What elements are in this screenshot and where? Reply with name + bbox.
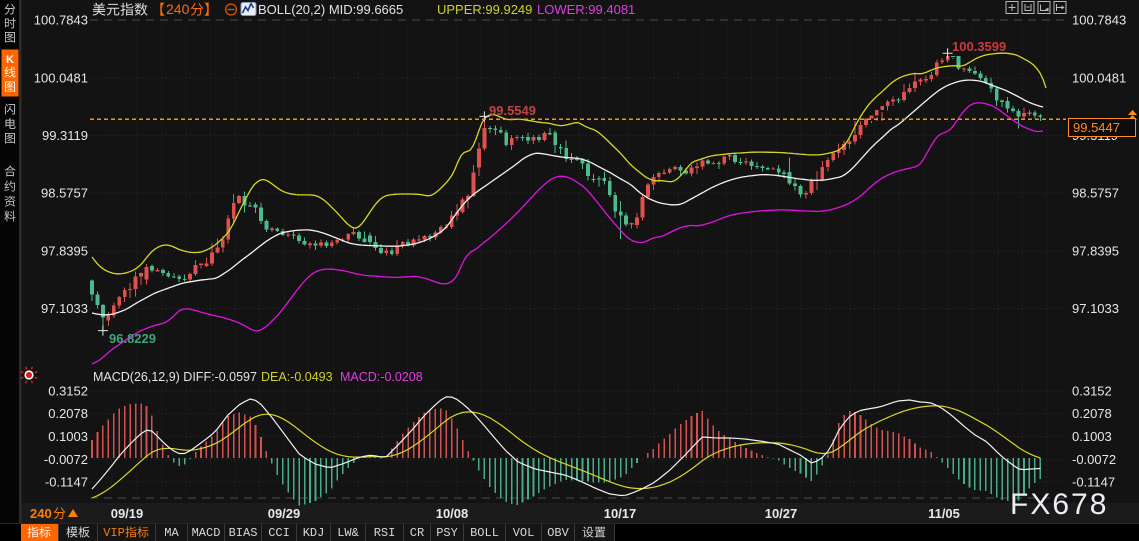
svg-text:DEA:-0.0493: DEA:-0.0493 xyxy=(261,370,333,384)
svg-text:-0.0072: -0.0072 xyxy=(44,452,88,467)
svg-text:0.1003: 0.1003 xyxy=(1072,429,1112,444)
svg-text:240: 240 xyxy=(166,1,190,17)
svg-text:-0.0072: -0.0072 xyxy=(1072,452,1116,467)
svg-text:MACD:-0.0208: MACD:-0.0208 xyxy=(340,370,423,384)
svg-text:240: 240 xyxy=(30,506,52,521)
svg-text:FX678: FX678 xyxy=(1010,488,1108,521)
svg-text:97.1033: 97.1033 xyxy=(41,301,88,316)
svg-text:97.8395: 97.8395 xyxy=(41,243,88,258)
svg-text:11/05: 11/05 xyxy=(928,506,960,521)
svg-text:100.3599: 100.3599 xyxy=(952,39,1006,54)
svg-text:98.5757: 98.5757 xyxy=(41,186,88,201)
svg-text:10/27: 10/27 xyxy=(765,506,798,521)
svg-text:MACD(26,12,9) DIFF:-0.0597: MACD(26,12,9) DIFF:-0.0597 xyxy=(93,370,257,384)
svg-text:09/19: 09/19 xyxy=(111,506,144,521)
svg-text:-0.1147: -0.1147 xyxy=(45,475,88,490)
svg-text:K: K xyxy=(6,54,14,66)
svg-text:99.3119: 99.3119 xyxy=(42,128,88,143)
svg-text:100.0481: 100.0481 xyxy=(1072,70,1126,85)
svg-text:10/08: 10/08 xyxy=(436,506,469,521)
svg-text:99.5447: 99.5447 xyxy=(1073,120,1120,135)
svg-text:0.2078: 0.2078 xyxy=(48,406,88,421)
svg-text:97.8395: 97.8395 xyxy=(1072,243,1119,258)
svg-text:100.7843: 100.7843 xyxy=(34,13,88,28)
svg-text:100.0481: 100.0481 xyxy=(34,70,88,85)
svg-text:09/29: 09/29 xyxy=(268,506,301,521)
svg-text:10/17: 10/17 xyxy=(604,506,637,521)
svg-text:98.5757: 98.5757 xyxy=(1072,186,1119,201)
svg-text:0.1003: 0.1003 xyxy=(48,429,88,444)
svg-text:0.3152: 0.3152 xyxy=(1072,383,1112,398)
svg-text:99.5549: 99.5549 xyxy=(489,103,536,118)
svg-text:0.3152: 0.3152 xyxy=(48,383,88,398)
svg-text:0.2078: 0.2078 xyxy=(1072,406,1112,421)
svg-text:LOWER:99.4081: LOWER:99.4081 xyxy=(537,2,635,17)
svg-text:96.8229: 96.8229 xyxy=(109,331,156,346)
svg-text:100.7843: 100.7843 xyxy=(1072,13,1126,28)
svg-text:BOLL(20,2) MID:99.6665: BOLL(20,2) MID:99.6665 xyxy=(258,2,403,17)
svg-text:97.1033: 97.1033 xyxy=(1072,301,1119,316)
svg-text:UPPER:99.9249: UPPER:99.9249 xyxy=(437,2,532,17)
